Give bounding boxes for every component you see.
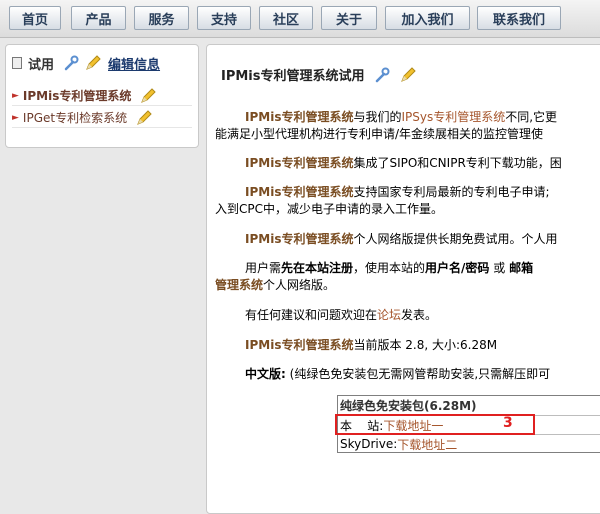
text: 支持国家专利局最新的专利电子申请; (353, 185, 549, 199)
sidebar-item-label: IPGet专利检索系统 (23, 109, 127, 126)
brand-name: IPMis专利管理系统 (245, 156, 353, 170)
text: 集成了SIPO和CNIPR专利下载功能，困 (353, 156, 561, 170)
document-icon (12, 57, 22, 69)
text: 个人网络版提供长期免费试用。个人用 (353, 232, 557, 246)
sidebar-title: 试用 (28, 54, 54, 73)
brand-name: IPMis专利管理系统 (245, 185, 353, 199)
sidebar-panel: 试用 编辑信息 ► IPMis专利管理系统 ► IPGet专利检索系统 (5, 44, 199, 148)
nav-join-us[interactable]: 加入我们 (385, 6, 470, 30)
forum-link[interactable]: 论坛 (377, 308, 401, 322)
download-table-header: 纯绿色免安装包(6.28M) (338, 396, 600, 415)
top-nav: 首页 产品 服务 支持 社区 关于 加入我们 联系我们 (0, 0, 600, 38)
forum-paragraph: 有任何建议和问题欢迎在论坛发表。 (215, 307, 600, 324)
feature-paragraph-download: IPMis专利管理系统集成了SIPO和CNIPR专利下载功能，困 (215, 155, 600, 172)
brand-name: 管理系统 (215, 278, 263, 292)
sidebar-header: 试用 编辑信息 (12, 53, 160, 73)
pencil-icon (84, 54, 102, 72)
brand-name: IPMis专利管理系统 (245, 110, 353, 124)
sidebar-item-label: IPMis专利管理系统 (23, 87, 131, 104)
sidebar-item-ipget[interactable]: ► IPGet专利检索系统 (12, 108, 192, 128)
page-title: IPMis专利管理系统试用 (221, 65, 417, 84)
text: 有任何建议和问题欢迎在 (245, 308, 377, 322)
arrow-icon: ► (12, 113, 19, 123)
nav-community[interactable]: 社区 (259, 6, 313, 30)
nav-about[interactable]: 关于 (321, 6, 377, 30)
nav-contact-us[interactable]: 联系我们 (477, 6, 561, 30)
text: 或 (489, 261, 509, 275)
nav-products[interactable]: 产品 (71, 6, 126, 30)
pencil-icon (399, 66, 417, 84)
text: (纯绿色免安装包无需网管帮助安装,只需解压即可 (290, 367, 551, 381)
version-paragraph: IPMis专利管理系统当前版本 2.8, 大小:6.28M (215, 337, 600, 354)
annotation-number: 3 (503, 415, 513, 431)
text: ，使用本站的 (353, 261, 425, 275)
arrow-icon: ► (12, 91, 19, 101)
text: 入到CPC中，减少电子申请的录入工作量。 (215, 202, 443, 216)
brand-name: IPMis专利管理系统 (245, 232, 353, 246)
main-panel: IPMis专利管理系统试用 IPMis专利管理系统与我们的IPSys专利管理系统… (206, 44, 600, 514)
download-link-2[interactable]: 下载地址二 (397, 436, 457, 453)
text: 与我们的 (353, 110, 401, 124)
chinese-version-paragraph: 中文版: (纯绿色免安装包无需网管帮助安装,只需解压即可 (215, 366, 600, 383)
pencil-icon (139, 87, 157, 105)
credential-emphasis: 用户名/密码 (425, 261, 489, 275)
text: 发表。 (401, 308, 437, 322)
page-title-text: IPMis专利管理系统试用 (221, 65, 365, 84)
text: 用户需 (245, 261, 281, 275)
wrench-icon (373, 66, 391, 84)
wrench-icon (62, 54, 80, 72)
intro-paragraph: IPMis专利管理系统与我们的IPSys专利管理系统不同,它更 能满足小型代理机… (215, 109, 600, 143)
brand-name: IPMis专利管理系统 (245, 338, 353, 352)
text: 不同,它更 (505, 110, 557, 124)
nav-home[interactable]: 首页 (9, 6, 61, 30)
feature-paragraph-eapply: IPMis专利管理系统支持国家专利局最新的专利电子申请; 入到CPC中，减少电子… (215, 184, 600, 218)
nav-support[interactable]: 支持 (197, 6, 251, 30)
text: 个人网络版。 (263, 278, 335, 292)
register-emphasis: 先在本站注册 (281, 261, 353, 275)
text: 能满足小型代理机构进行专利申请/年金续展相关的监控管理使 (215, 127, 543, 141)
pencil-icon (135, 109, 153, 127)
download-source-label: SkyDrive: (340, 437, 397, 451)
version-text: 当前版本 2.8, 大小:6.28M (353, 338, 497, 352)
download-row-skydrive: SkyDrive: 下载地址二 (338, 434, 600, 453)
free-trial-paragraph: IPMis专利管理系统个人网络版提供长期免费试用。个人用 (215, 231, 600, 248)
nav-services[interactable]: 服务 (134, 6, 189, 30)
sidebar-item-ipmis[interactable]: ► IPMis专利管理系统 (12, 86, 192, 106)
ipsys-link[interactable]: IPSys专利管理系统 (401, 110, 505, 124)
email-emphasis: 邮箱 (509, 261, 533, 275)
edit-info-link[interactable]: 编辑信息 (108, 54, 160, 73)
chinese-version-label: 中文版: (245, 367, 286, 381)
register-paragraph: 用户需先在本站注册，使用本站的用户名/密码 或 邮箱 管理系统个人网络版。 (215, 260, 600, 294)
